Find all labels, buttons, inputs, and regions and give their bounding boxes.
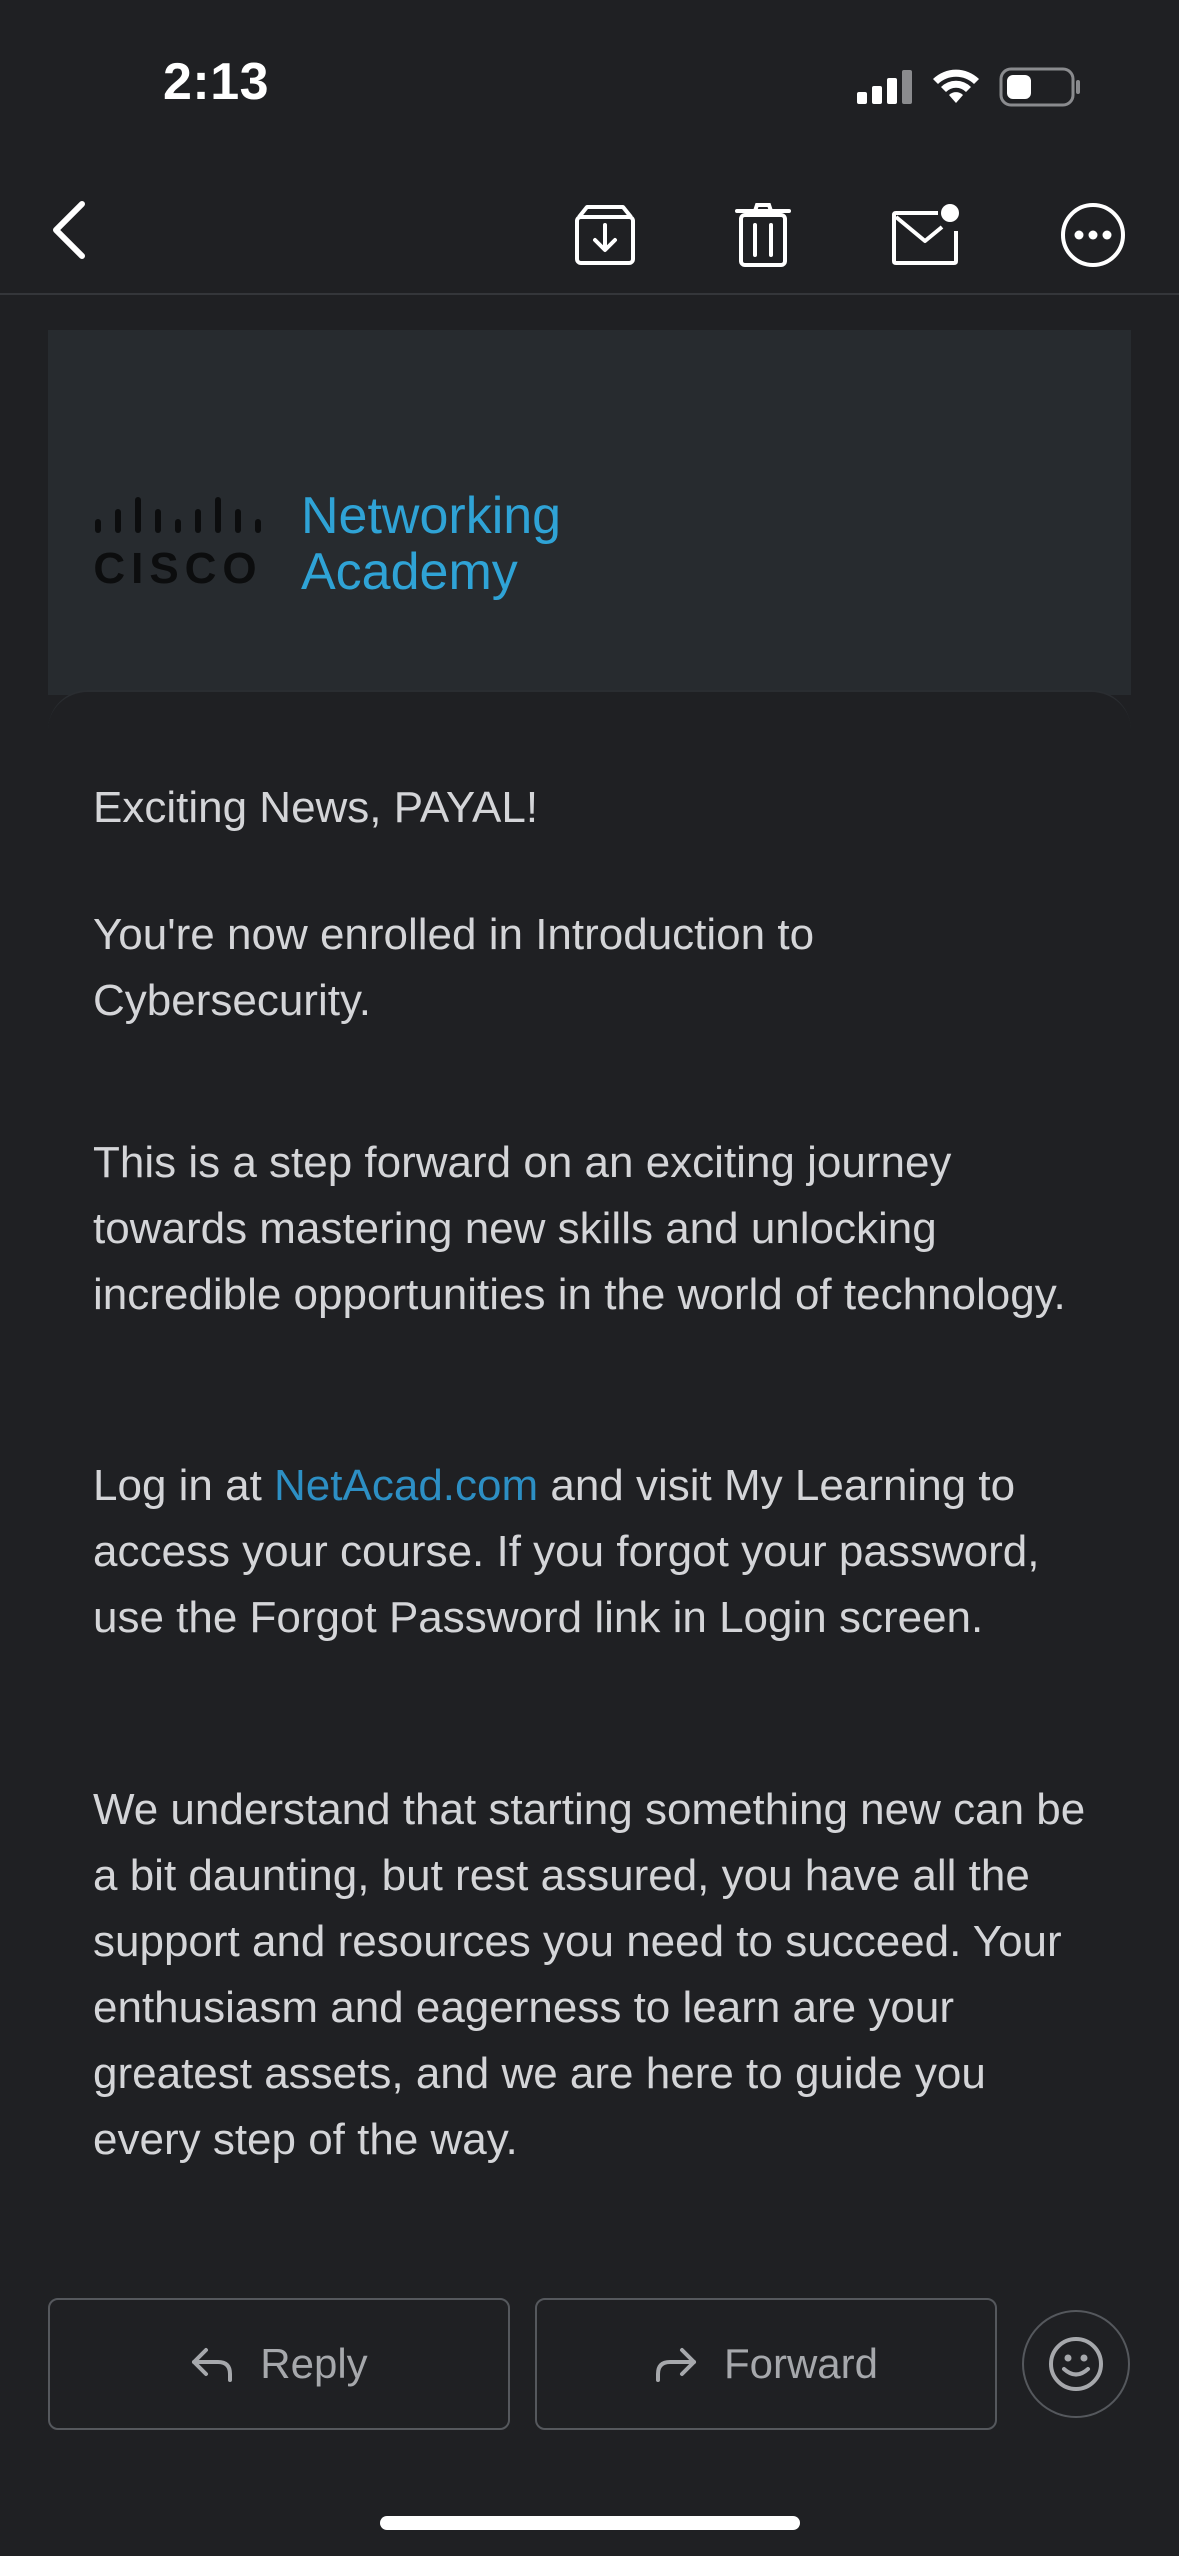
forward-icon [655, 2348, 696, 2382]
academy-line-1: Networking [301, 487, 562, 545]
mark-unread-button[interactable] [878, 190, 973, 280]
cisco-logo: CISCO [93, 495, 283, 596]
cellular-signal-icon [857, 70, 912, 104]
archive-icon [575, 205, 635, 265]
email-paragraph-2: This is a step forward on an exciting jo… [93, 1138, 1066, 1319]
status-icons [857, 62, 1081, 112]
smiley-icon [1049, 2337, 1103, 2391]
email-toolbar [0, 170, 1179, 295]
email-greeting: Exciting News, PAYAL! [93, 783, 539, 832]
status-bar: 2:13 [0, 0, 1179, 170]
back-button[interactable] [30, 185, 110, 275]
wifi-icon [933, 69, 979, 103]
netacad-link[interactable]: NetAcad.com [274, 1461, 538, 1510]
delete-button[interactable] [718, 190, 808, 280]
mark-unread-icon [891, 204, 959, 265]
email-paragraph-1: You're now enrolled in Introduction to C… [93, 910, 815, 1025]
reply-label: Reply [260, 2340, 368, 2387]
chevron-left-icon [53, 201, 85, 259]
archive-button[interactable] [560, 190, 650, 280]
networking-academy-title: Networking Academy [301, 488, 561, 600]
email-message: CISCO Networking Academy [48, 330, 1131, 2190]
reply-button[interactable]: Reply [48, 2298, 510, 2430]
academy-line-2: Academy [301, 543, 518, 601]
cisco-logo-text: CISCO [93, 544, 262, 591]
email-paragraph-3: Log in at NetAcad.com and visit My Learn… [93, 1453, 1093, 1651]
more-button[interactable] [1045, 190, 1140, 280]
reply-icon [192, 2348, 233, 2382]
forward-button[interactable]: Forward [535, 2298, 997, 2430]
email-banner: CISCO Networking Academy [48, 330, 1131, 695]
status-time: 2:13 [163, 53, 270, 111]
home-indicator[interactable] [380, 2516, 800, 2530]
forward-label: Forward [723, 2340, 879, 2387]
emoji-reaction-button[interactable] [1022, 2310, 1130, 2418]
more-icon [1060, 203, 1125, 267]
para3-prefix: Log in at [93, 1461, 275, 1510]
battery-low-icon [999, 67, 1080, 107]
email-paragraph-4: We understand that starting something ne… [93, 1785, 1086, 2164]
trash-icon [735, 203, 791, 267]
